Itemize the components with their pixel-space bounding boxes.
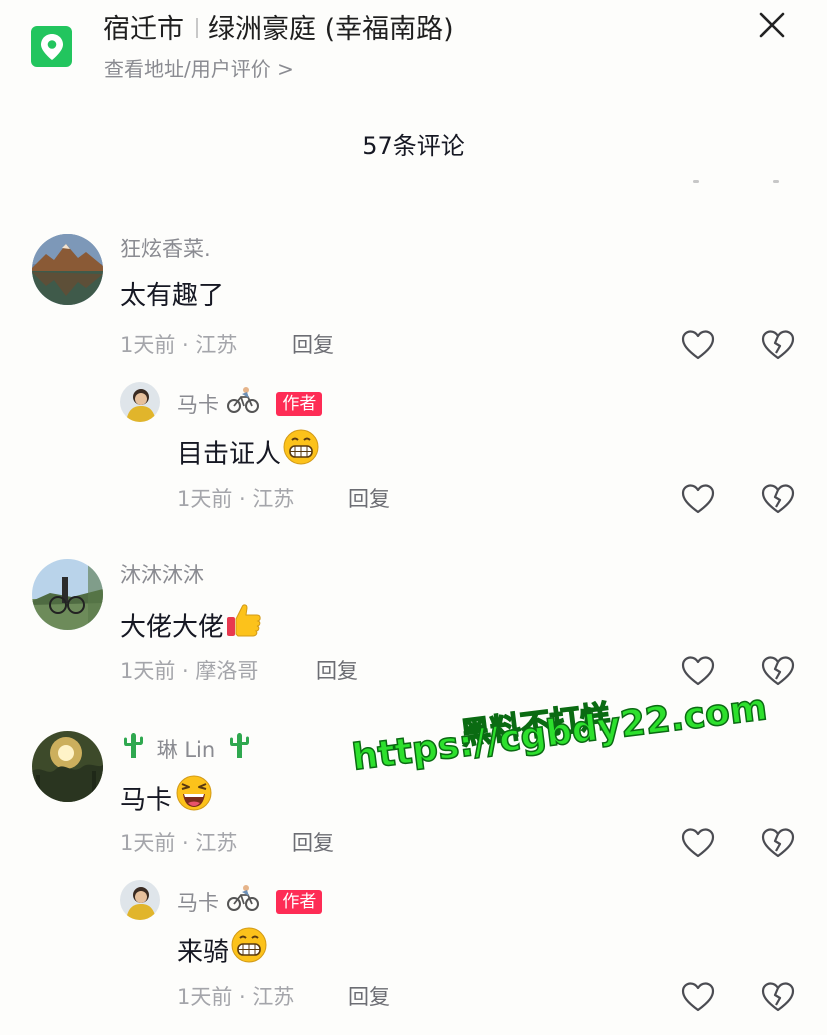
reply-button[interactable]: 回复: [316, 656, 358, 686]
avatar[interactable]: [120, 880, 160, 920]
comment-text: 太有趣了: [120, 281, 225, 311]
author-badge: 作者: [276, 392, 323, 416]
dislike-broken-heart-icon[interactable]: [761, 483, 795, 515]
grinning-face-emoji: [281, 428, 321, 478]
reply-author-name[interactable]: 马卡 作者: [177, 386, 323, 424]
view-address-link[interactable]: 查看地址/用户评价 >: [104, 55, 294, 83]
dislike-broken-heart-icon[interactable]: [761, 827, 795, 859]
comment-meta: 1天前 · 江苏: [120, 831, 238, 855]
city-name: 宿迁市: [103, 14, 184, 45]
cyclist-emoji: [226, 386, 260, 422]
grinning-face-emoji: [229, 926, 269, 976]
location-title[interactable]: 宿迁市 绿洲豪庭 (幸福南路): [103, 10, 454, 50]
dislike-broken-heart-icon[interactable]: [761, 981, 795, 1013]
reply-text: 来骑: [177, 926, 269, 978]
commenter-name[interactable]: 狂炫香菜.: [120, 234, 211, 264]
thumbs-up-emoji: [224, 600, 264, 652]
close-icon[interactable]: [757, 10, 787, 40]
title-divider: [196, 17, 198, 38]
reply-meta: 1天前 · 江苏: [177, 985, 295, 1009]
like-heart-icon[interactable]: [681, 483, 715, 515]
avatar[interactable]: [120, 382, 160, 422]
comment-text: 大佬大佬: [120, 602, 264, 654]
avatar[interactable]: [32, 731, 103, 802]
reply-button[interactable]: 回复: [348, 484, 390, 514]
reply-text: 目击证人: [177, 428, 321, 480]
cyclist-emoji: [226, 884, 260, 920]
comment-meta: 1天前 · 摩洛哥: [120, 659, 259, 683]
author-badge: 作者: [276, 890, 323, 914]
dislike-broken-heart-icon[interactable]: [761, 329, 795, 361]
laughing-face-emoji: [172, 773, 216, 825]
avatar[interactable]: [32, 559, 103, 630]
like-heart-icon[interactable]: [681, 329, 715, 361]
like-heart-icon[interactable]: [681, 981, 715, 1013]
reply-author-name[interactable]: 马卡 作者: [177, 884, 323, 922]
location-pin-icon: [31, 26, 72, 67]
avatar[interactable]: [32, 234, 103, 305]
reply-button[interactable]: 回复: [292, 330, 334, 360]
reply-meta: 1天前 · 江苏: [177, 487, 295, 511]
comment-meta: 1天前 · 江苏: [120, 333, 238, 357]
dislike-broken-heart-icon[interactable]: [761, 655, 795, 687]
comment-count: 57条评论: [362, 132, 465, 160]
comment-text: 马卡: [120, 775, 216, 827]
like-heart-icon[interactable]: [681, 655, 715, 687]
cactus-emoji: [226, 730, 252, 768]
commenter-name[interactable]: 琳 Lin: [120, 732, 252, 770]
reply-button[interactable]: 回复: [292, 828, 334, 858]
cactus-emoji: [120, 730, 146, 768]
like-heart-icon[interactable]: [681, 827, 715, 859]
place-name: 绿洲豪庭 (幸福南路): [208, 14, 454, 45]
divider-dots: [0, 180, 827, 184]
commenter-name[interactable]: 沐沐沐沐: [120, 560, 204, 590]
reply-button[interactable]: 回复: [348, 982, 390, 1012]
